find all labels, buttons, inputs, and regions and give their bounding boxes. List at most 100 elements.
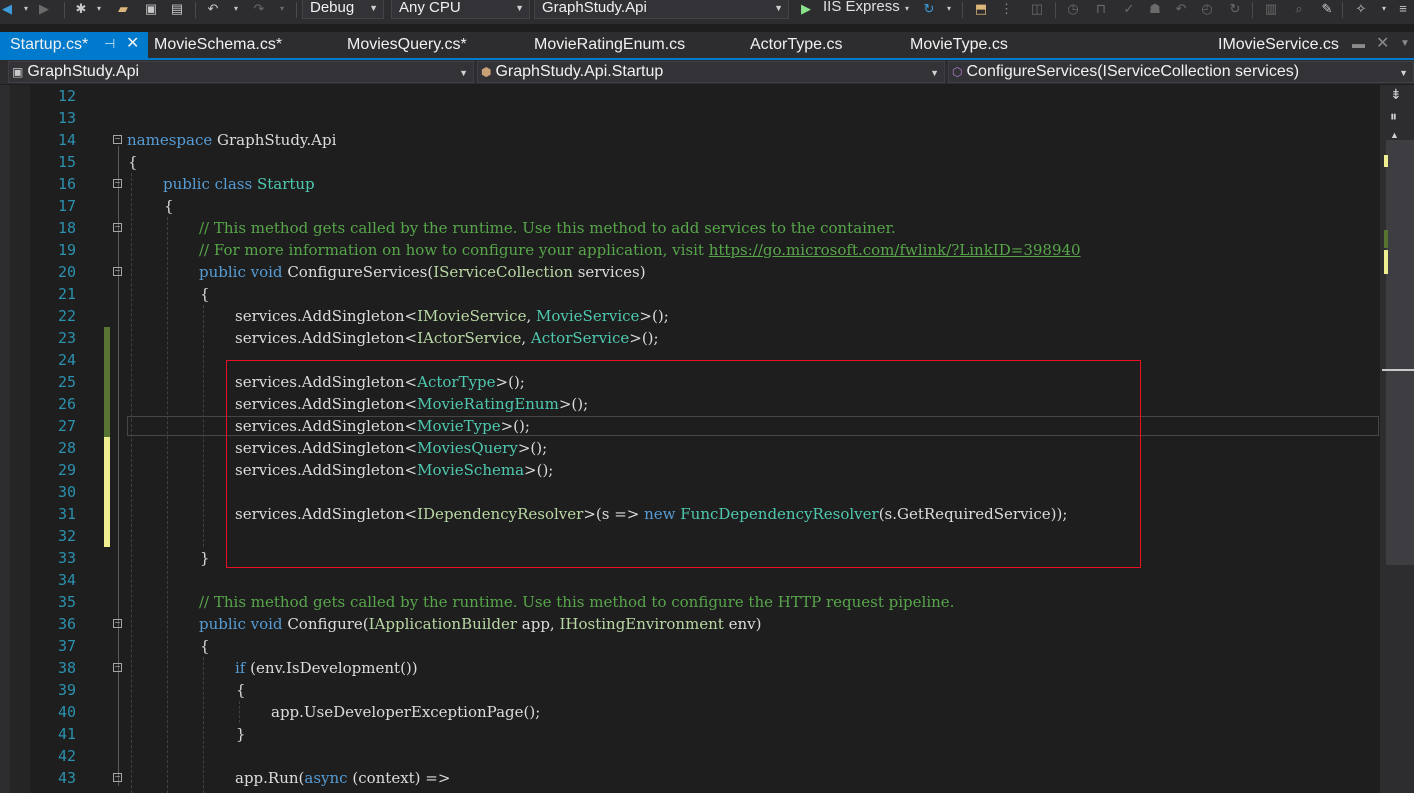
reload-icon[interactable]: ↻ bbox=[1226, 0, 1244, 20]
indicator-margin[interactable] bbox=[10, 85, 30, 793]
indent-guide bbox=[167, 217, 168, 793]
editor-left-margin bbox=[0, 85, 10, 793]
code-line-15: { bbox=[128, 153, 138, 171]
wrench-icon[interactable]: ✎ bbox=[1318, 0, 1336, 20]
code-text: , bbox=[521, 329, 531, 347]
checkmark-icon[interactable]: ✓ bbox=[1120, 0, 1138, 20]
lock-icon[interactable]: ⊓ bbox=[1092, 0, 1110, 20]
startup-project-value: GraphStudy.Api bbox=[542, 0, 647, 16]
chevron-down-icon: ▼ bbox=[515, 3, 524, 13]
tab-imovieservice-cs[interactable]: IMovieService.cs bbox=[1218, 32, 1339, 58]
line-number: 16 bbox=[57, 175, 76, 193]
collapse-toggle[interactable]: − bbox=[113, 773, 122, 783]
navigate-forward-icon[interactable]: ▶ bbox=[36, 0, 52, 20]
tab-movieratingenum-cs[interactable]: MovieRatingEnum.cs bbox=[534, 32, 685, 58]
save-all-icon[interactable]: ▤ bbox=[168, 0, 186, 20]
collapse-toggle[interactable]: − bbox=[113, 179, 122, 189]
project-dropdown[interactable]: ▣ GraphStudy.Api ▼ bbox=[8, 61, 474, 83]
undo-icon[interactable]: ↶ bbox=[204, 0, 222, 20]
line-number: 17 bbox=[57, 197, 76, 215]
navigate-back-icon[interactable]: ◀ bbox=[0, 0, 14, 20]
dropdown-arrow-icon[interactable]: ▾ bbox=[1380, 0, 1388, 20]
tab-label: IMovieService.cs bbox=[1218, 36, 1339, 53]
history-icon[interactable]: ◴ bbox=[1198, 0, 1216, 20]
tab-overflow-icon[interactable]: ▼ bbox=[1400, 32, 1410, 56]
toolbar-separator bbox=[962, 2, 963, 18]
open-folder-icon[interactable]: ▰ bbox=[114, 0, 132, 20]
tab-movietype-cs[interactable]: MovieType.cs bbox=[910, 32, 1008, 58]
scroll-up-icon[interactable]: ▲ bbox=[1390, 130, 1399, 140]
line-number: 39 bbox=[57, 681, 76, 699]
overflow-icon[interactable]: ⋮ bbox=[1000, 0, 1013, 20]
keyword-token: async bbox=[304, 769, 348, 787]
tab-label: MovieSchema.cs* bbox=[154, 36, 283, 53]
pause-icon[interactable]: ⏸ bbox=[1390, 108, 1397, 125]
scrollbar-thumb[interactable] bbox=[1386, 140, 1414, 565]
csharp-project-icon: ▣ bbox=[12, 65, 24, 79]
browser-link-icon[interactable]: ⬒ bbox=[972, 0, 990, 20]
unsaved-change-indicator bbox=[104, 437, 110, 547]
code-line-36: public void Configure(IApplicationBuilde… bbox=[199, 613, 761, 635]
toolbar-options-icon[interactable]: ≡ bbox=[1396, 0, 1410, 20]
find-icon[interactable]: ⌕ bbox=[1290, 0, 1308, 20]
pin-icon[interactable]: ⊣ bbox=[104, 32, 115, 56]
code-line-16: public class Startup bbox=[163, 173, 315, 195]
dropdown-arrow-icon[interactable]: ▾ bbox=[903, 0, 911, 20]
collapse-toggle[interactable]: − bbox=[113, 267, 122, 277]
tab-label: ActorType.cs bbox=[750, 36, 843, 53]
run-target-button[interactable]: IIS Express bbox=[823, 0, 900, 17]
indent-guide bbox=[239, 701, 240, 723]
undo-history-icon[interactable]: ↶ bbox=[1172, 0, 1190, 20]
code-line-43: app.Run(async (context) => bbox=[235, 767, 450, 789]
code-text: >(); bbox=[629, 329, 659, 347]
timer-icon[interactable]: ◷ bbox=[1064, 0, 1082, 20]
saved-change-indicator bbox=[104, 327, 110, 437]
dropdown-arrow-icon[interactable]: ▾ bbox=[278, 0, 286, 20]
collapse-toggle[interactable]: − bbox=[113, 135, 122, 145]
collapse-toggle[interactable]: − bbox=[113, 663, 122, 673]
close-icon[interactable]: ✕ bbox=[1376, 32, 1389, 56]
start-debugging-icon[interactable]: ▶ bbox=[799, 0, 813, 20]
solution-platform-dropdown[interactable]: Any CPU ▼ bbox=[391, 0, 530, 19]
interface-token: IMovieService bbox=[417, 307, 527, 325]
outline-line bbox=[118, 146, 119, 786]
refresh-icon[interactable]: ↻ bbox=[920, 0, 938, 20]
tab-actortype-cs[interactable]: ActorType.cs bbox=[750, 32, 842, 58]
code-text: services.AddSingleton< bbox=[235, 329, 418, 347]
close-icon[interactable]: ✕ bbox=[126, 32, 139, 56]
save-icon[interactable]: ▣ bbox=[142, 0, 160, 20]
pin-icon[interactable]: ▬ bbox=[1352, 32, 1365, 56]
collapse-toggle[interactable]: − bbox=[113, 223, 122, 233]
split-editor-icon[interactable]: ⇟ bbox=[1390, 86, 1402, 103]
scroll-caret-marker bbox=[1382, 369, 1414, 371]
fwlink-hyperlink[interactable]: https://go.microsoft.com/fwlink/?LinkID=… bbox=[709, 241, 1081, 259]
tab-moviesquery-cs[interactable]: MoviesQuery.cs* bbox=[347, 32, 467, 58]
interface-token: IHostingEnvironment bbox=[559, 615, 724, 633]
startup-project-dropdown[interactable]: GraphStudy.Api ▼ bbox=[534, 0, 789, 19]
code-line-41: } bbox=[236, 725, 246, 743]
solution-configuration-dropdown[interactable]: Debug ▼ bbox=[302, 0, 384, 19]
dropdown-arrow-icon[interactable]: ▾ bbox=[95, 0, 103, 20]
line-number: 38 bbox=[57, 659, 76, 677]
method-name: ConfigureServices( bbox=[282, 263, 434, 281]
dropdown-arrow-icon[interactable]: ▾ bbox=[945, 0, 953, 20]
interface-token: IServiceCollection bbox=[433, 263, 573, 281]
collapse-toggle[interactable]: − bbox=[113, 619, 122, 629]
type-dropdown[interactable]: ⬢ GraphStudy.Api.Startup ▼ bbox=[477, 61, 945, 83]
member-dropdown[interactable]: ⬡ ConfigureServices(IServiceCollection se… bbox=[948, 61, 1414, 83]
new-project-icon[interactable]: ✱ bbox=[72, 0, 90, 20]
line-number: 23 bbox=[57, 329, 76, 347]
line-number: 34 bbox=[57, 571, 76, 589]
toolbar-separator bbox=[1252, 2, 1253, 18]
line-number: 22 bbox=[57, 307, 76, 325]
code-line-18: // This method gets called by the runtim… bbox=[199, 219, 896, 237]
redo-icon[interactable]: ↷ bbox=[250, 0, 268, 20]
user-icon[interactable]: ☗ bbox=[1146, 0, 1164, 20]
dropdown-arrow-icon[interactable]: ▾ bbox=[22, 0, 30, 20]
tab-movieschema-cs[interactable]: MovieSchema.cs* bbox=[154, 32, 282, 58]
dropdown-arrow-icon[interactable]: ▾ bbox=[232, 0, 240, 20]
capture-icon[interactable]: ◫ bbox=[1028, 0, 1046, 20]
extension-icon[interactable]: ✧ bbox=[1352, 0, 1370, 20]
window-layout-icon[interactable]: ▥ bbox=[1262, 0, 1280, 20]
code-text: (context) => bbox=[347, 769, 451, 787]
